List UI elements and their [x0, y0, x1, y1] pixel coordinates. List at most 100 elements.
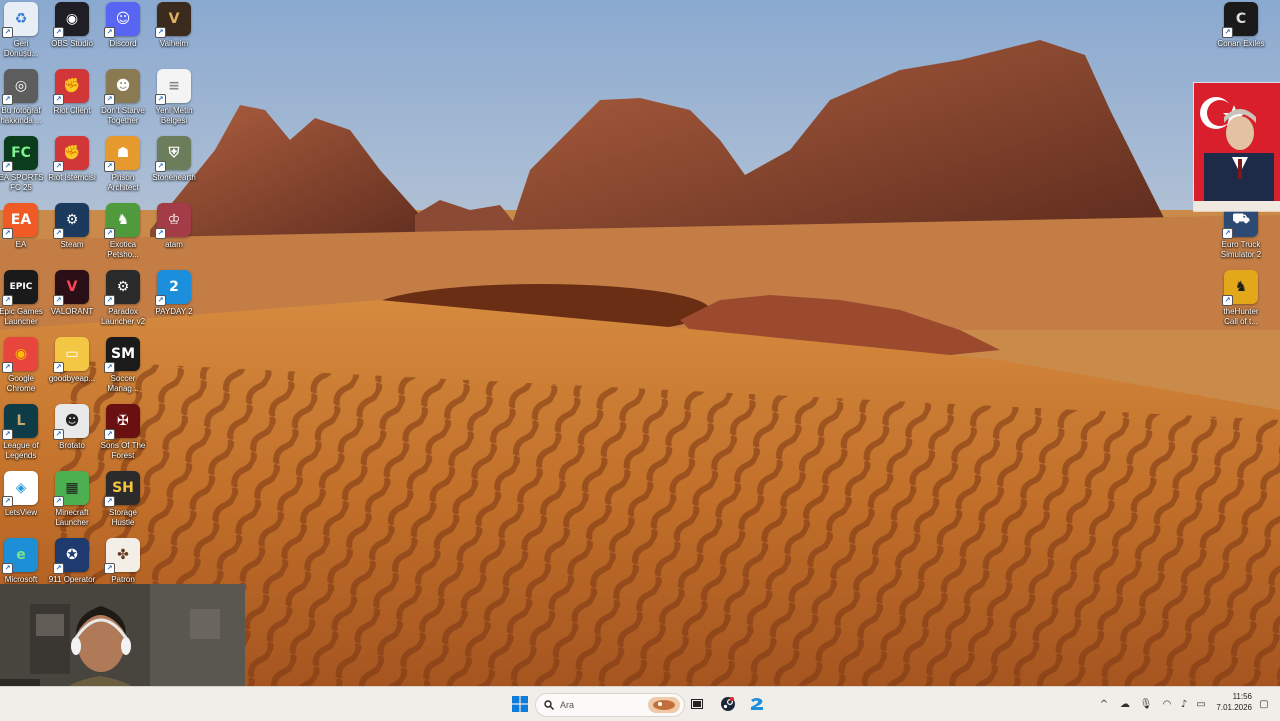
- volume-icon[interactable]: ♪: [1177, 697, 1191, 711]
- task-view-button[interactable]: [688, 692, 706, 716]
- taskbar-app-steam[interactable]: [718, 692, 738, 716]
- riot-client-icon: ✊ ↗: [53, 69, 89, 105]
- shortcut-arrow-icon: ↗: [53, 161, 64, 172]
- payday-icon: [751, 698, 763, 710]
- desktop-icon-storage-hustle[interactable]: SH ↗ Storage Hustle: [98, 471, 148, 528]
- desktop-icon-label: Sons Of The Forest: [100, 441, 146, 460]
- goodbyeap-icon: ▭ ↗: [53, 337, 89, 373]
- shortcut-arrow-icon: ↗: [53, 295, 64, 306]
- chevron-up-icon[interactable]: ^: [1097, 697, 1111, 711]
- desktop-icon-google-chrome[interactable]: ◉ ↗ Google Chrome: [0, 337, 46, 394]
- desktop-icon-conan-exiles[interactable]: C ↗ Conan Exiles: [1216, 2, 1266, 49]
- thehunter-call-of-t-icon: ♞ ↗: [1222, 270, 1258, 306]
- wifi-icon[interactable]: ◠: [1160, 697, 1174, 711]
- desktop-icon-patron[interactable]: ✤ ↗ Patron: [98, 538, 148, 585]
- desktop-icon-ea-sports-fc-25[interactable]: FC ↗ EA SPORTS FC 25: [0, 136, 46, 193]
- microsoft-edge-icon: e ↗: [2, 538, 38, 574]
- desktop-icon-riot-i-stemcisi[interactable]: ✊ ↗ Riot İstemcisi: [47, 136, 97, 183]
- don-t-starve-together-icon: ☻ ↗: [104, 69, 140, 105]
- desktop-icon-soccer-manag[interactable]: SM ↗ Soccer Manag...: [98, 337, 148, 394]
- desktop-icon-don-t-starve-together[interactable]: ☻ ↗ Don't Starve Together: [98, 69, 148, 126]
- desktop-icon-epic-games-launcher[interactable]: EPIC ↗ Epic Games Launcher: [0, 270, 46, 327]
- desktop-icon-label: Steam: [60, 240, 84, 249]
- desktop-icon-riot-client[interactable]: ✊ ↗ Riot Client: [47, 69, 97, 116]
- desktop-icon-steam[interactable]: ⚙ ↗ Steam: [47, 203, 97, 250]
- search-icon: [544, 700, 554, 710]
- desktop-icon-payday-2[interactable]: 2 ↗ PAYDAY 2: [149, 270, 199, 317]
- desktop-icon-911-operator[interactable]: ✪ ↗ 911 Operator: [47, 538, 97, 585]
- desktop-icon-bu-foto-raf-hakk-nda[interactable]: ◎ ↗ Bu fotoğraf hakkında ...: [0, 69, 46, 126]
- clock[interactable]: 11:56 7.01.2026: [1212, 691, 1252, 713]
- desktop-icon-label: Yeni Metin Belgesi: [155, 106, 193, 125]
- league-of-legends-icon: L ↗: [2, 404, 38, 440]
- shortcut-arrow-icon: ↗: [155, 295, 166, 306]
- desktop-icon-ea[interactable]: EA ↗ EA: [0, 203, 46, 250]
- desktop-icon-goodbyeap[interactable]: ▭ ↗ goodbyeap...: [47, 337, 97, 384]
- desktop-icon-label: Euro Truck Simulator 2: [1220, 240, 1262, 259]
- start-button[interactable]: [508, 692, 532, 716]
- desktop-icon-minecraft-launcher[interactable]: ▦ ↗ Minecraft Launcher: [47, 471, 97, 528]
- desktop-icon-sons-of-the-forest[interactable]: ✠ ↗ Sons Of The Forest: [98, 404, 148, 461]
- desktop-icon-label: atam: [165, 240, 183, 249]
- obs-studio-icon: ◉ ↗: [53, 2, 89, 38]
- shortcut-arrow-icon: ↗: [104, 563, 115, 574]
- desktop-icon-letsview[interactable]: ◈ ↗ LetsView: [0, 471, 46, 518]
- shortcut-arrow-icon: ↗: [104, 496, 115, 507]
- desktop-icon-exotica-petsho[interactable]: ♞ ↗ Exotica Petsho...: [98, 203, 148, 260]
- steam-icon: ⚙ ↗: [53, 203, 89, 239]
- desktop-icon-stonehearth[interactable]: ⛨ ↗ Stonehearth: [149, 136, 199, 183]
- desktop-icon-label: Conan Exiles: [1217, 39, 1265, 48]
- desktop-icon-label: Storage Hustle: [108, 508, 138, 527]
- desktop-icon-valheim[interactable]: V ↗ Valheim: [149, 2, 199, 49]
- desktop-icon-thehunter-call-of-t[interactable]: ♞ ↗ theHunter Call of t...: [1216, 270, 1266, 327]
- yeni-metin-belgesi-icon: ≡ ↗: [155, 69, 191, 105]
- desktop-icon-label: LetsView: [4, 508, 38, 517]
- exotica-petsho-icon: ♞ ↗: [104, 203, 140, 239]
- desktop-icon-label: Minecraft Launcher: [55, 508, 89, 527]
- notification-icon[interactable]: ▢: [1257, 697, 1271, 711]
- shortcut-arrow-icon: ↗: [104, 228, 115, 239]
- desktop-icon-atam[interactable]: ♔ ↗ atam: [149, 203, 199, 250]
- ea-icon: EA ↗: [2, 203, 38, 239]
- desktop-icon-label: Epic Games Launcher: [0, 307, 43, 326]
- minecraft-launcher-icon: ▦ ↗: [53, 471, 89, 507]
- shortcut-arrow-icon: ↗: [155, 228, 166, 239]
- desktop-icon-yeni-metin-belgesi[interactable]: ≡ ↗ Yeni Metin Belgesi: [149, 69, 199, 126]
- steam-icon: [721, 697, 735, 711]
- shortcut-arrow-icon: ↗: [2, 94, 13, 105]
- paradox-launcher-v2-icon: ⚙ ↗: [104, 270, 140, 306]
- desktop-icon-league-of-legends[interactable]: L ↗ League of Legends: [0, 404, 46, 461]
- desktop-icon-label: PAYDAY 2: [155, 307, 193, 316]
- shortcut-arrow-icon: ↗: [2, 362, 13, 373]
- epic-games-launcher-icon: EPIC ↗: [2, 270, 38, 306]
- taskbar-app-payday[interactable]: [747, 692, 767, 716]
- search-highlight-icon[interactable]: [648, 697, 680, 713]
- desktop-icon-label: Discord: [109, 39, 137, 48]
- shortcut-arrow-icon: ↗: [2, 295, 13, 306]
- shortcut-arrow-icon: ↗: [155, 94, 166, 105]
- desktop-icon-prison-architect[interactable]: ☗ ↗ Prison Architect: [98, 136, 148, 193]
- desktop-icon-obs-studio[interactable]: ◉ ↗ OBS Studio: [47, 2, 97, 49]
- battery-icon[interactable]: ▭: [1194, 697, 1208, 711]
- taskbar: ^ ☁ 🎙 ◠ ♪ ▭ 11:56 7.01.2026 ▢: [0, 686, 1280, 721]
- desktop-icon-paradox-launcher-v2[interactable]: ⚙ ↗ Paradox Launcher v2: [98, 270, 148, 327]
- desktop-icon-valorant[interactable]: V ↗ VALORANT: [47, 270, 97, 317]
- desktop-icon-brotato[interactable]: ☻ ↗ Brotato: [47, 404, 97, 451]
- desktop-icon-discord[interactable]: ☺ ↗ Discord: [98, 2, 148, 49]
- microphone-icon[interactable]: 🎙: [1139, 697, 1153, 711]
- shortcut-arrow-icon: ↗: [2, 563, 13, 574]
- shortcut-arrow-icon: ↗: [2, 228, 13, 239]
- desktop-icon-label: Exotica Petsho...: [107, 240, 139, 259]
- shortcut-arrow-icon: ↗: [104, 94, 115, 105]
- desktop-icon-label: Don't Starve Together: [101, 106, 145, 125]
- taskbar-search-box[interactable]: [535, 693, 685, 717]
- desktop-icon-label: EA SPORTS FC 25: [0, 173, 44, 192]
- desktop-icon-label: Google Chrome: [6, 374, 36, 393]
- desktop-icon-label: Paradox Launcher v2: [100, 307, 146, 326]
- desktop-icon-label: VALORANT: [50, 307, 94, 316]
- search-input[interactable]: [558, 699, 632, 711]
- cloud-icon[interactable]: ☁: [1118, 697, 1132, 711]
- ataturk-photo[interactable]: [1193, 82, 1280, 212]
- desktop-icon-geri-d-n[interactable]: ♻ ↗ Geri Dönüşü...: [0, 2, 46, 59]
- shortcut-arrow-icon: ↗: [53, 228, 64, 239]
